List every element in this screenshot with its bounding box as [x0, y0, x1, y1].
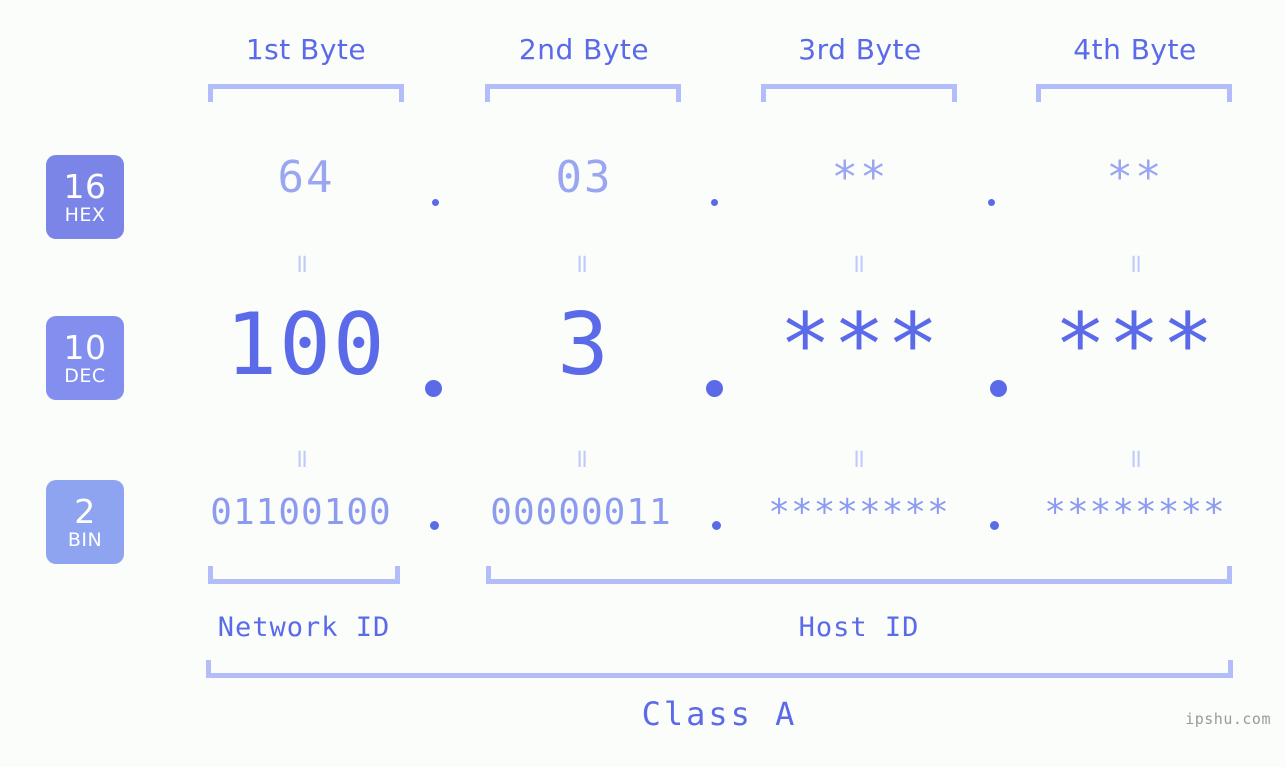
byte-header-3: 3rd Byte	[798, 33, 922, 66]
ip-address-breakdown-diagram: 1st Byte 2nd Byte 3rd Byte 4th Byte 16 H…	[0, 0, 1285, 767]
dec-octet-3: ***	[779, 295, 941, 395]
equality-mark-dec-bin-3: =	[844, 448, 874, 470]
bin-octet-2: 00000011	[490, 492, 672, 533]
bin-separator-dot-2	[712, 521, 721, 530]
dec-octet-2: 3	[557, 295, 611, 395]
host-id-label: Host ID	[798, 612, 920, 643]
equality-mark-dec-bin-2: =	[567, 448, 597, 470]
hex-octet-4: **	[1106, 152, 1164, 203]
base-badge-dec-number: 10	[63, 327, 107, 367]
equality-mark-hex-dec-3: =	[844, 253, 874, 275]
bin-octet-1: 01100100	[210, 492, 392, 533]
dec-separator-dot-3	[990, 380, 1007, 397]
bin-octet-4: ********	[1044, 492, 1226, 533]
hex-octet-2: 03	[555, 152, 613, 203]
bin-octet-3: ********	[768, 492, 950, 533]
class-bracket	[206, 660, 1233, 678]
hex-octet-3: **	[831, 152, 889, 203]
byte-header-1: 1st Byte	[245, 33, 367, 66]
dec-octet-1: 100	[225, 295, 387, 395]
dec-separator-dot-2	[706, 380, 723, 397]
equality-mark-hex-dec-2: =	[567, 253, 597, 275]
byte-header-4: 4th Byte	[1073, 33, 1197, 66]
equality-mark-dec-bin-1: =	[287, 448, 317, 470]
base-badge-bin-label: BIN	[67, 528, 103, 551]
network-id-label: Network ID	[217, 612, 391, 643]
hex-separator-dot-2	[711, 199, 718, 206]
equality-mark-hex-dec-4: =	[1121, 253, 1151, 275]
equality-mark-hex-dec-1: =	[287, 253, 317, 275]
bin-separator-dot-1	[430, 521, 439, 530]
hex-octet-1: 64	[277, 152, 335, 203]
base-badge-dec: 10 DEC	[46, 316, 124, 400]
byte-bracket-top-1	[208, 84, 404, 102]
dec-octet-4: ***	[1054, 295, 1216, 395]
class-label: Class A	[641, 695, 798, 733]
byte-header-2: 2nd Byte	[518, 33, 650, 66]
host-id-bracket	[486, 566, 1232, 584]
base-badge-hex-number: 16	[63, 166, 107, 206]
base-badge-dec-label: DEC	[64, 364, 106, 387]
byte-bracket-top-4	[1036, 84, 1232, 102]
hex-separator-dot-3	[988, 199, 995, 206]
equality-mark-dec-bin-4: =	[1121, 448, 1151, 470]
base-badge-hex: 16 HEX	[46, 155, 124, 239]
base-badge-bin: 2 BIN	[46, 480, 124, 564]
base-badge-hex-label: HEX	[64, 203, 106, 226]
hex-separator-dot-1	[432, 199, 439, 206]
site-watermark: ipshu.com	[1185, 710, 1271, 728]
bin-separator-dot-3	[990, 521, 999, 530]
dec-separator-dot-1	[425, 380, 442, 397]
byte-bracket-top-2	[485, 84, 681, 102]
base-badge-bin-number: 2	[74, 491, 96, 531]
network-id-bracket	[208, 566, 400, 584]
byte-bracket-top-3	[761, 84, 957, 102]
